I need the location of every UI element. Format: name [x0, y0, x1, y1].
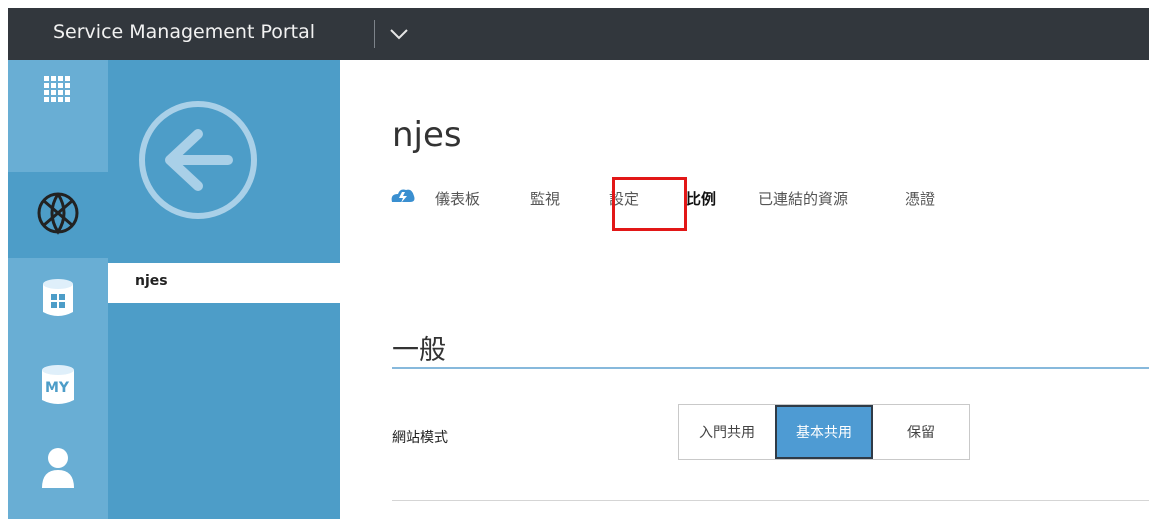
chevron-down-icon[interactable] [386, 24, 412, 44]
web-sites-globe-icon [36, 191, 80, 239]
annotation-highlight-box [612, 177, 687, 231]
rail-item-all-items[interactable] [8, 60, 108, 124]
site-mode-option-free[interactable]: 入門共用 [679, 405, 775, 459]
site-mode-option-basic[interactable]: 基本共用 [775, 405, 873, 459]
topbar-divider [374, 20, 375, 48]
tab-certificates[interactable]: 憑證 [905, 188, 935, 209]
site-mode-label: 網站模式 [392, 430, 448, 446]
my-account-user-icon [40, 446, 76, 494]
app-title: Service Management Portal [53, 21, 316, 43]
tab-dashboard[interactable]: 儀表板 [435, 188, 480, 209]
service-icon-rail: MY [8, 60, 108, 519]
sidebar-item-njes[interactable]: njes [108, 263, 340, 303]
top-bar: Service Management Portal [8, 8, 1149, 60]
rail-item-my-account[interactable] [8, 435, 108, 505]
section-divider [392, 367, 1149, 369]
tab-scale[interactable]: 比例 [686, 188, 716, 209]
sql-database-icon [41, 276, 75, 324]
quick-start-icon[interactable] [390, 186, 416, 210]
mysql-icon-label: MY [45, 380, 70, 396]
tab-monitor[interactable]: 監視 [530, 188, 560, 209]
back-arrow-icon[interactable] [138, 100, 258, 220]
rail-item-web-sites[interactable] [8, 172, 108, 258]
tab-linked-resources[interactable]: 已連結的資源 [758, 188, 848, 209]
mysql-database-icon: MY [40, 362, 76, 408]
section-title: 一般 [392, 335, 446, 366]
page-title: njes [392, 115, 462, 155]
rail-item-sql-databases[interactable] [8, 265, 108, 335]
sidebar-item-label: njes [135, 273, 168, 289]
site-list-panel: njes [108, 60, 340, 519]
section-bottom-divider [392, 500, 1149, 501]
site-mode-selector: 入門共用 基本共用 保留 [678, 404, 970, 460]
rail-item-mysql-databases[interactable]: MY [8, 345, 108, 425]
all-items-grid-icon [42, 74, 74, 110]
main-content: njes 儀表板 監視 設定 比例 已連結的資源 憑證 一般 網站模式 入門共用… [340, 60, 1149, 519]
site-mode-option-reserved[interactable]: 保留 [873, 405, 969, 459]
